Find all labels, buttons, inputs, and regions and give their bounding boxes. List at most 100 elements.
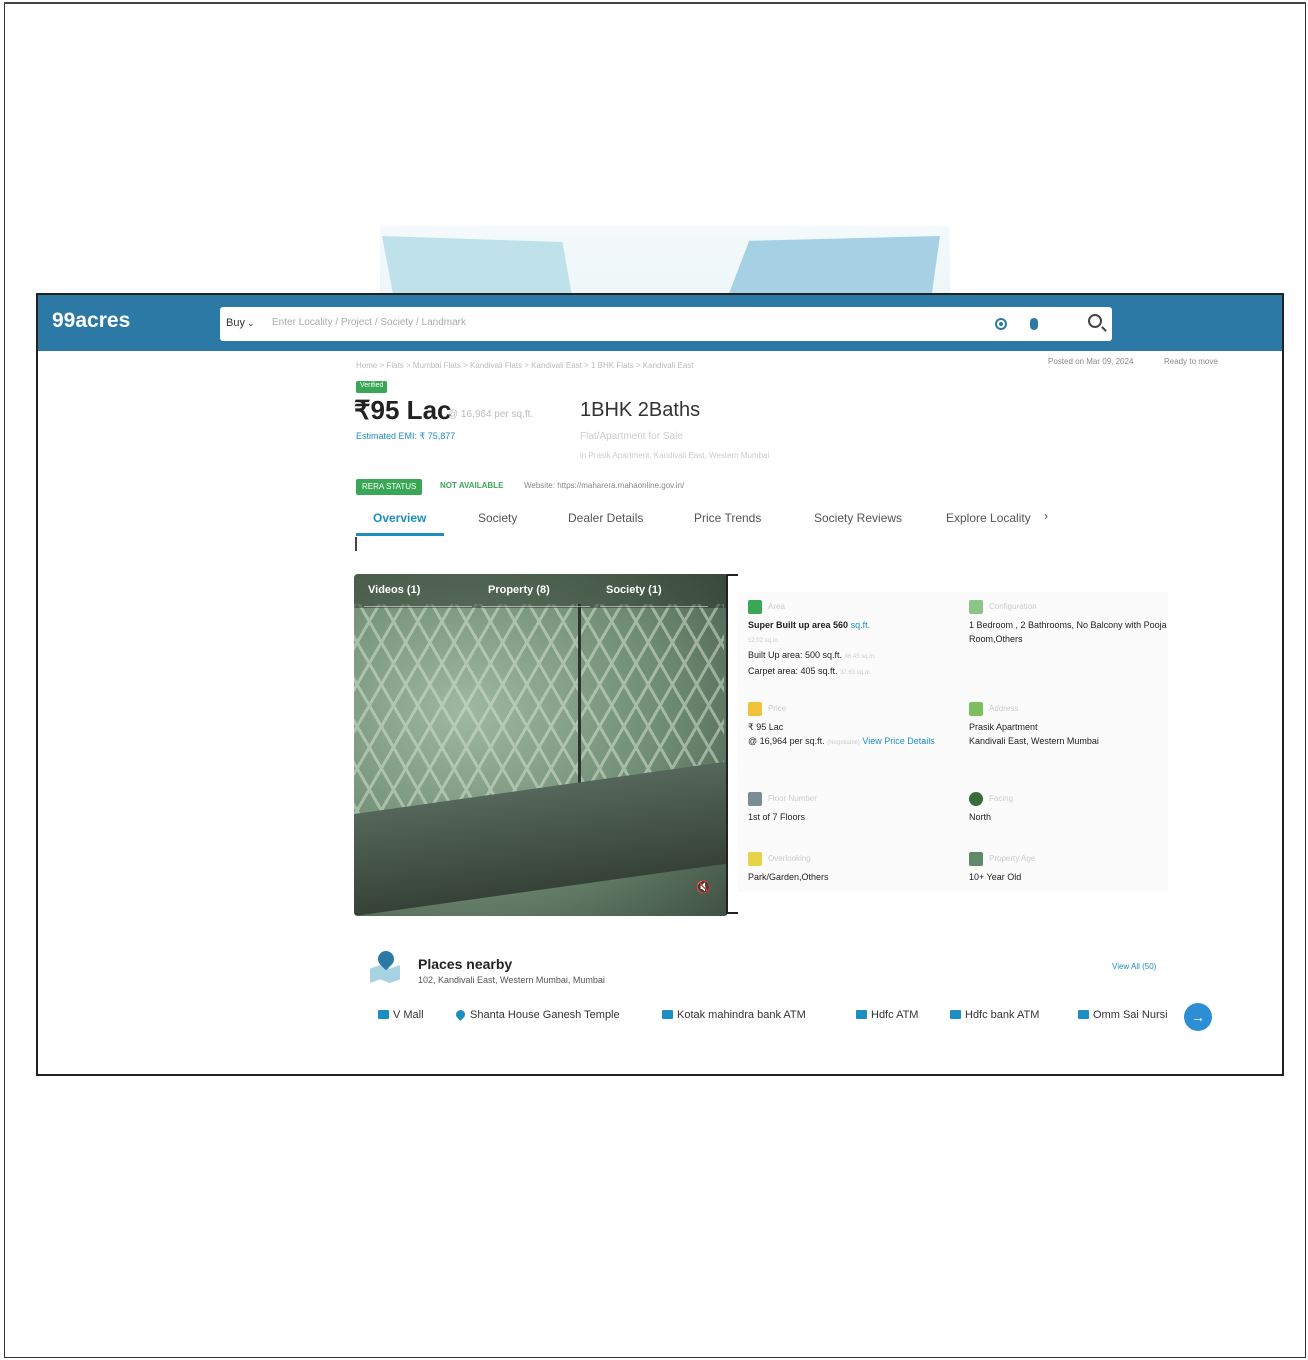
built-up-area: Built Up area: 500 sq.ft. <box>748 650 843 660</box>
floor-icon <box>748 792 762 806</box>
tab-society[interactable]: Society <box>478 511 517 525</box>
decorative-shape-left <box>382 236 572 296</box>
place-chip-label: Omm Sai Nursi <box>1093 1009 1168 1021</box>
media-tab-line <box>600 606 708 607</box>
area-metric: 46.45 sq.m. <box>844 654 876 660</box>
area-unit-dropdown[interactable]: sq.ft. <box>851 620 871 630</box>
address-line-1: Prasik Apartment <box>969 722 1038 732</box>
detail-label: Overlooking <box>768 854 811 863</box>
tab-society-reviews[interactable]: Society Reviews <box>814 511 902 525</box>
detail-label: Property Age <box>989 854 1036 863</box>
media-tabs: Videos (1) Property (8) Society (1) <box>354 574 728 608</box>
media-gallery[interactable]: Videos (1) Property (8) Society (1) 🔇 <box>354 574 728 916</box>
detail-value: Park/Garden,Others <box>748 872 829 882</box>
listing-address: in Prasik Apartment, Kandivali East, Wes… <box>580 451 770 460</box>
browser-screenshot: 99acres Buy ⌄ Enter Locality / Project / … <box>36 293 1284 1076</box>
hospital-icon <box>1078 1010 1089 1019</box>
tab-price-trends[interactable]: Price Trends <box>694 511 761 525</box>
place-chip[interactable]: Shanta House Ganesh Temple <box>454 1008 620 1021</box>
detail-value: 10+ Year Old <box>969 872 1022 882</box>
section-tabs: Overview Society Dealer Details Price Tr… <box>356 507 1096 537</box>
detail-value: ₹ 95 Lac @ 16,964 per sq.ft. (Negotiable… <box>748 720 935 750</box>
place-chip-label: Shanta House Ganesh Temple <box>470 1009 620 1021</box>
place-chip-label: V Mall <box>393 1009 424 1021</box>
carpet-area: Carpet area: 405 sq.ft. <box>748 666 838 676</box>
place-chip-label: Hdfc ATM <box>871 1009 919 1021</box>
property-details: Area Super Built up area 560 sq.ft. 52.0… <box>738 592 1168 892</box>
media-bracket <box>726 574 738 914</box>
chevron-down-icon: ⌄ <box>246 318 255 328</box>
super-built-up-area: Super Built up area 560 <box>748 620 849 630</box>
verified-badge: Verified <box>356 381 388 393</box>
compass-icon <box>969 792 983 806</box>
price-tag-icon <box>748 702 762 716</box>
buy-dropdown[interactable]: Buy ⌄ <box>226 317 255 329</box>
price-per-sqft: @ 16,964 per sq.ft. <box>448 409 534 420</box>
address-line-2: Kandivali East, Western Mumbai <box>969 736 1099 746</box>
listing-subtype: Flat/Apartment for Sale <box>580 431 683 442</box>
place-chip[interactable]: Hdfc ATM <box>856 1009 918 1021</box>
places-chip-row: V Mall Shanta House Ganesh Temple Kotak … <box>370 1005 1200 1033</box>
microphone-icon[interactable] <box>1030 318 1038 330</box>
media-tab-videos[interactable]: Videos (1) <box>368 584 420 596</box>
search-input[interactable]: Enter Locality / Project / Society / Lan… <box>272 317 466 328</box>
detail-value: Super Built up area 560 sq.ft. 52.02 sq.… <box>748 618 876 680</box>
detail-value: North <box>969 812 992 822</box>
place-chip[interactable]: V Mall <box>378 1009 424 1021</box>
property-age-icon <box>969 852 983 866</box>
places-map-icon <box>370 947 400 985</box>
tab-overview[interactable]: Overview <box>373 511 426 525</box>
area-metric: 52.02 sq.m. <box>748 638 780 644</box>
active-tab-indicator <box>356 533 444 536</box>
detail-label: Address <box>989 704 1019 713</box>
map-pin-icon <box>454 1008 467 1021</box>
bank-card-icon <box>950 1010 961 1019</box>
media-tab-property[interactable]: Property (8) <box>488 584 550 596</box>
rera-status-value: NOT AVAILABLE <box>440 481 504 490</box>
location-icon[interactable] <box>995 318 1007 330</box>
media-tab-line <box>482 606 590 607</box>
chevron-right-icon[interactable]: › <box>1044 509 1048 523</box>
view-all-places-link[interactable]: View All (50) <box>1112 962 1156 971</box>
configuration-icon <box>969 600 983 614</box>
text-cursor <box>355 537 357 551</box>
tab-explore-locality[interactable]: Explore Locality <box>946 511 1031 525</box>
price-negotiable: (Negotiable) <box>827 740 860 746</box>
area-icon <box>748 600 762 614</box>
places-next-button[interactable]: → <box>1184 1003 1212 1031</box>
rera-website[interactable]: Website: https://maharera.mahaonline.gov… <box>524 481 684 490</box>
place-chip[interactable]: Omm Sai Nursi <box>1078 1009 1168 1021</box>
bank-card-icon <box>662 1010 673 1019</box>
overlooking-icon <box>748 852 762 866</box>
view-price-details-link[interactable]: View Price Details <box>862 736 934 746</box>
detail-label: Facing <box>989 794 1014 803</box>
media-tab-line <box>364 606 472 607</box>
shopping-icon <box>378 1010 389 1019</box>
detail-label: Area <box>768 602 785 611</box>
possession-status: Ready to move <box>1164 357 1218 366</box>
detail-label: Price <box>768 704 787 713</box>
breadcrumb[interactable]: Home > Flats > Mumbai Flats > Kandivali … <box>356 361 693 370</box>
rera-status-badge[interactable]: RERA STATUS <box>356 479 423 495</box>
search-bar[interactable]: Buy ⌄ Enter Locality / Project / Society … <box>220 307 1112 341</box>
decorative-shape-right <box>728 236 940 296</box>
estimated-emi[interactable]: Estimated EMI: ₹ 75,877 <box>356 431 455 442</box>
place-chip-label: Kotak mahindra bank ATM <box>677 1009 806 1021</box>
places-nearby-address: 102, Kandivali East, Western Mumbai, Mum… <box>418 975 605 985</box>
price-value: ₹ 95 Lac <box>748 722 784 732</box>
listing-price: ₹95 Lac <box>354 395 452 425</box>
mute-icon[interactable]: 🔇 <box>696 880 711 894</box>
place-chip-label: Hdfc bank ATM <box>965 1009 1040 1021</box>
place-chip[interactable]: Kotak mahindra bank ATM <box>662 1009 806 1021</box>
tab-dealer-details[interactable]: Dealer Details <box>568 511 643 525</box>
site-logo[interactable]: 99acres <box>52 309 130 333</box>
place-chip[interactable]: Hdfc bank ATM <box>950 1009 1039 1021</box>
detail-value: 1 Bedroom , 2 Bathrooms, No Balcony with… <box>969 620 1167 644</box>
area-metric: 37.63 sq.m. <box>840 670 872 676</box>
detail-value: 1st of 7 Floors <box>748 812 806 822</box>
media-tab-society[interactable]: Society (1) <box>606 584 662 596</box>
places-nearby-title: Places nearby <box>418 956 513 972</box>
bank-card-icon <box>856 1010 867 1019</box>
detail-label: Floor Number <box>768 794 817 803</box>
search-icon[interactable] <box>1088 314 1102 328</box>
